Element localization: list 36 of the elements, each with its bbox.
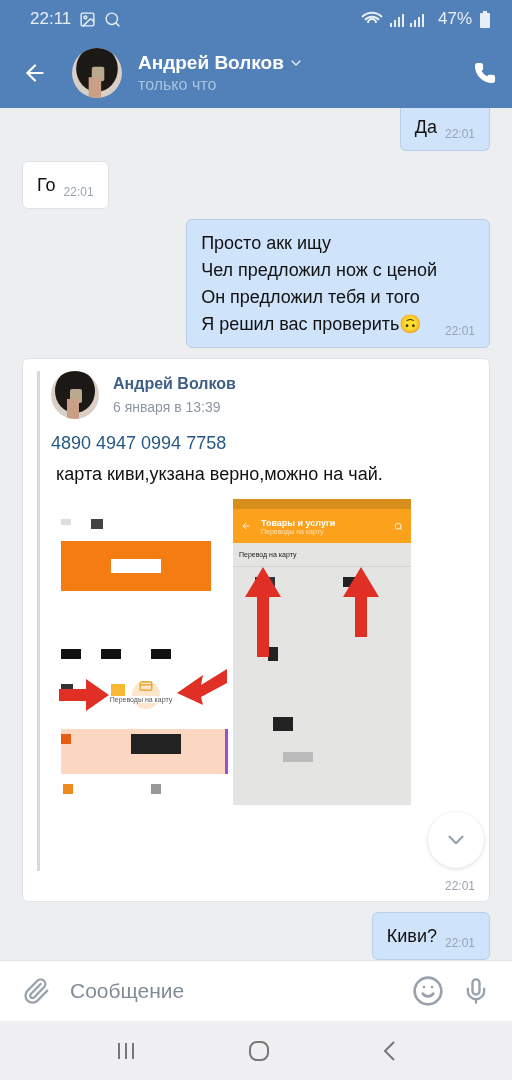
search-icon [394,521,403,531]
message-time: 22:01 [444,127,475,141]
message-bar[interactable]: Сообщение [0,960,512,1021]
message-text: карта киви,укзана верно,можно на чай. [55,463,384,486]
message-text: Чел предложил нож с ценой [201,259,437,282]
message-time: 22:01 [444,879,475,893]
gallery-icon [79,10,97,28]
back-icon [241,521,251,531]
recent-apps-icon[interactable] [116,1040,136,1061]
battery-percent: 47% [437,9,472,29]
message-text: Просто акк ищу [201,232,332,255]
avatar [72,48,122,98]
search-icon [104,10,122,28]
app-title: Товары и услуги [261,517,337,528]
clock: 22:11 [30,9,72,29]
card-number-link[interactable]: 4890 4947 0994 7758 [51,433,475,454]
message-text: Киви? [386,925,437,948]
call-button[interactable] [474,62,496,84]
message-text: Да [414,116,437,139]
message-time: 22:01 [444,324,475,338]
message-text: Я решил вас проверить🙃 [201,313,423,336]
avatar [51,371,99,419]
contact-name[interactable]: Андрей Волков [138,52,284,74]
message-time: 22:01 [63,185,94,199]
home-icon[interactable] [248,1039,270,1062]
author-name[interactable]: Андрей Волков [113,375,236,393]
message-time: 22:01 [444,936,475,950]
last-seen: только что [138,76,218,94]
card-icon [139,679,153,693]
message-date: 6 января в 13:39 [113,399,222,415]
battery-icon [480,10,490,28]
attach-button[interactable] [22,977,50,1005]
emoji-button[interactable] [412,975,444,1007]
message-text: Он предложил тебя и того [201,286,421,309]
back-icon[interactable] [382,1039,396,1062]
message-text: Го [37,174,56,197]
